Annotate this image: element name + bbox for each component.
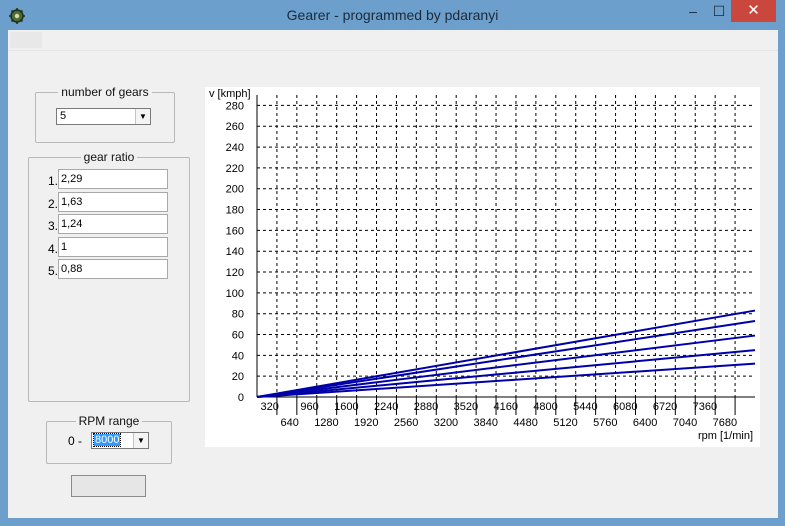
y-tick-label: 120 (226, 267, 244, 279)
x-tick-label: 320 (261, 401, 279, 413)
title-bar[interactable]: Gearer - programmed by pdaranyi – ☐ ✕ (0, 0, 785, 30)
gears-dropdown-value: 5 (60, 110, 67, 122)
y-tick-label: 180 (226, 205, 244, 217)
x-tick-label: 2560 (394, 417, 418, 429)
x-tick-label: 1920 (354, 417, 378, 429)
gear-speed-line (256, 349, 756, 398)
y-tick-label: 80 (232, 309, 244, 321)
chevron-down-icon[interactable]: ▼ (133, 433, 148, 448)
chart-canvas: 3206409601280160019202240256028803200352… (209, 88, 756, 442)
y-tick-label: 200 (226, 184, 244, 196)
app-window: Gearer - programmed by pdaranyi – ☐ ✕ nu… (0, 0, 785, 526)
y-tick-label: 160 (226, 225, 244, 237)
x-tick-label: 5440 (573, 401, 597, 413)
chevron-down-icon[interactable]: ▼ (135, 109, 150, 124)
y-tick-label: 140 (226, 246, 244, 258)
x-tick-label: 7360 (693, 401, 717, 413)
x-tick-label: 1600 (334, 401, 358, 413)
x-tick-label: 7680 (713, 417, 737, 429)
y-tick-label: 100 (226, 288, 244, 300)
gear-ratio-input-4[interactable] (58, 236, 168, 257)
gear-speed-line (256, 309, 756, 398)
gear-ratio-number: 5. (47, 264, 58, 278)
x-tick-label: 1280 (314, 417, 338, 429)
y-tick-label: 0 (238, 392, 244, 404)
x-tick-label: 960 (300, 401, 318, 413)
gear-ratio-number: 1. (47, 174, 58, 188)
x-tick-label: 6720 (653, 401, 677, 413)
action-button[interactable] (71, 475, 146, 497)
minimize-button[interactable]: – (680, 0, 706, 22)
gear-ratio-number: 4. (47, 241, 58, 256)
number-of-gears-label: number of gears (61, 85, 149, 99)
menu-bar-item[interactable] (10, 32, 42, 48)
gear-ratio-label: gear ratio (83, 150, 135, 164)
x-tick-label: 3200 (434, 417, 458, 429)
x-tick-label: 4480 (513, 417, 537, 429)
y-tick-label: 40 (232, 350, 244, 362)
x-axis-label: rpm [1/min] (698, 430, 753, 442)
gear-speed-line (256, 334, 756, 398)
gear-speed-line (256, 362, 756, 398)
window-title: Gearer - programmed by pdaranyi (286, 7, 499, 23)
x-tick-label: 7040 (673, 417, 697, 429)
rpm-dropdown-value: 8000 (92, 433, 122, 447)
maximize-button[interactable]: ☐ (706, 0, 732, 22)
y-tick-label: 280 (226, 100, 244, 112)
y-axis-label: v [kmph] (209, 88, 251, 100)
y-tick-label: 240 (226, 142, 244, 154)
x-tick-label: 3520 (454, 401, 478, 413)
x-tick-label: 6400 (633, 417, 657, 429)
gears-dropdown[interactable]: 5 ▼ (56, 108, 151, 125)
menu-bar (8, 30, 778, 51)
client-area: number of gears 5 ▼ gear ratio 1. 2. 3. 4. 5… (8, 30, 778, 518)
y-tick-label: 220 (226, 163, 244, 175)
gear-ratio-number: 3. (47, 219, 58, 233)
x-tick-label: 5120 (553, 417, 577, 429)
gear-ratio-number: 2. (47, 196, 58, 211)
x-tick-label: 6080 (613, 401, 637, 413)
speed-rpm-chart: 320 640 960 1280 1600 1920 2240 2560 2880 3200 352… (205, 87, 760, 447)
y-tick-label: 20 (232, 371, 244, 383)
x-tick-label: 5760 (593, 417, 617, 429)
rpm-range-prefix: 0 - (68, 434, 83, 448)
x-tick-label: 4800 (533, 401, 557, 413)
x-tick-label: 2880 (414, 401, 438, 413)
gear-ratio-input-1[interactable] (58, 169, 168, 189)
x-tick-label: 3840 (474, 417, 498, 429)
gear-ratio-input-2[interactable] (58, 191, 168, 212)
y-tick-label: 60 (232, 330, 244, 342)
gear-speed-line (256, 319, 756, 398)
y-tick-label: 260 (226, 121, 244, 133)
x-tick-label: 640 (280, 417, 298, 429)
rpm-dropdown[interactable]: 8000 ▼ (91, 432, 149, 449)
rpm-range-label: RPM range (78, 414, 140, 428)
gear-ratio-input-3[interactable] (58, 214, 168, 234)
close-button[interactable]: ✕ (731, 0, 776, 22)
gear-ratio-input-5[interactable] (58, 259, 168, 279)
x-tick-label: 4160 (493, 401, 517, 413)
x-tick-label: 2240 (374, 401, 398, 413)
